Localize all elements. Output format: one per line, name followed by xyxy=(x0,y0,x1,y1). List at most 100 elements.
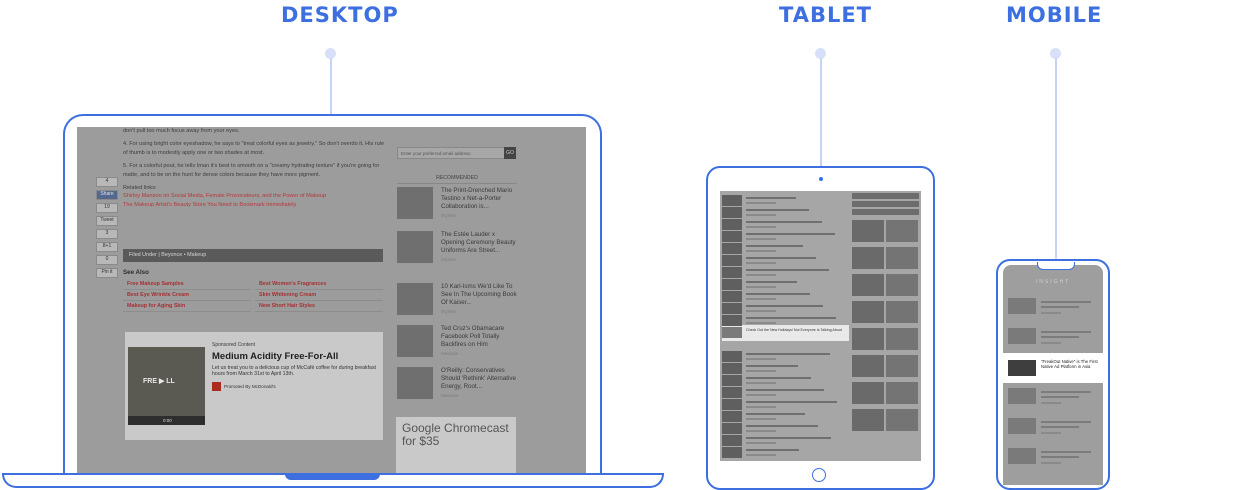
tablet-sidebar-thumb[interactable] xyxy=(852,409,884,431)
see-also-link[interactable]: Best Eye Wrinkle Cream xyxy=(123,290,251,301)
phone-highlighted-story[interactable]: "FreakOut Native" is The First Native Ad… xyxy=(1003,353,1103,383)
tablet-story-thumbnail[interactable] xyxy=(722,219,742,230)
recommended-title[interactable]: 10 Karl-Isms We'd Like To See In The Upc… xyxy=(441,283,517,306)
recommended-item[interactable]: 10 Karl-Isms We'd Like To See In The Upc… xyxy=(397,283,517,323)
phone-story-row[interactable] xyxy=(1008,325,1100,349)
tablet-sidebar-thumb[interactable] xyxy=(852,328,884,350)
tablet-sidebar-thumb[interactable] xyxy=(852,382,884,404)
tablet-story-thumbnail[interactable] xyxy=(722,387,742,398)
tablet-story-row[interactable] xyxy=(722,279,849,291)
related-link-1[interactable]: Shirley Manson on Social Media, Female P… xyxy=(123,192,385,200)
tablet-story-thumbnail[interactable] xyxy=(722,363,742,374)
phone-story-row[interactable] xyxy=(1008,445,1100,469)
tablet-story-thumbnail[interactable] xyxy=(722,447,742,458)
plus-one-button[interactable]: 8+1 xyxy=(96,242,118,252)
tablet-sidebar-thumb[interactable] xyxy=(852,220,884,242)
see-also-link[interactable]: Free Makeup Samples xyxy=(123,279,251,290)
tablet-story-row[interactable] xyxy=(722,411,849,423)
tablet-sidebar-card[interactable] xyxy=(852,247,919,269)
tablet-story-row[interactable] xyxy=(722,363,849,375)
tablet-highlight-text[interactable]: Check Out the New Holidays! Not Everyone… xyxy=(746,328,848,333)
recommended-item[interactable]: Ted Cruz's Obamacare Facebook Poll Total… xyxy=(397,325,517,365)
tablet-story-thumbnail[interactable] xyxy=(722,423,742,434)
tablet-sidebar-thumb[interactable] xyxy=(886,220,918,242)
tablet-story-row[interactable] xyxy=(722,243,849,255)
tablet-story-thumbnail[interactable] xyxy=(722,315,742,326)
phone-story-thumbnail[interactable] xyxy=(1008,418,1036,434)
tweet-button[interactable]: Tweet xyxy=(96,216,118,226)
tablet-story-thumbnail[interactable] xyxy=(722,411,742,422)
see-also-link[interactable]: Skin Whitening Cream xyxy=(255,290,383,301)
tablet-story-thumbnail[interactable] xyxy=(722,435,742,446)
phone-highlight-text[interactable]: "FreakOut Native" is The First Native Ad… xyxy=(1041,359,1099,370)
tablet-sidebar-card[interactable] xyxy=(852,355,919,377)
newsletter-email-input[interactable]: Enter your preferred email address xyxy=(397,147,505,159)
sponsored-content-card[interactable]: FRE ▶ LL 0:00 Sponsored Content Medium A… xyxy=(125,332,383,440)
tablet-story-row[interactable] xyxy=(722,291,849,303)
tablet-story-thumbnail[interactable] xyxy=(722,207,742,218)
phone-story-row[interactable] xyxy=(1008,385,1100,409)
tablet-story-row[interactable] xyxy=(722,387,849,399)
see-also-link[interactable]: Makeup for Aging Skin xyxy=(123,301,251,312)
sponsored-video[interactable]: FRE ▶ LL 0:00 xyxy=(128,347,205,425)
tablet-sidebar-card[interactable] xyxy=(852,220,919,242)
tablet-story-thumbnail[interactable] xyxy=(722,243,742,254)
tablet-sidebar-thumb[interactable] xyxy=(852,247,884,269)
tablet-story-thumbnail[interactable] xyxy=(722,231,742,242)
tablet-sidebar-thumb[interactable] xyxy=(886,274,918,296)
tablet-story-row[interactable] xyxy=(722,195,849,207)
tablet-story-row[interactable] xyxy=(722,219,849,231)
tablet-sidebar-thumb[interactable] xyxy=(852,355,884,377)
tablet-sidebar-thumb[interactable] xyxy=(886,355,918,377)
phone-story-thumbnail[interactable] xyxy=(1008,360,1036,376)
tablet-story-row[interactable] xyxy=(722,423,849,435)
tablet-story-row[interactable] xyxy=(722,315,849,327)
tablet-story-row[interactable] xyxy=(722,399,849,411)
tablet-story-thumbnail[interactable] xyxy=(722,279,742,290)
tablet-sidebar-tab[interactable] xyxy=(852,201,919,207)
tablet-sidebar-card[interactable] xyxy=(852,274,919,296)
tablet-story-row[interactable] xyxy=(722,231,849,243)
tablet-sidebar-card[interactable] xyxy=(852,409,919,431)
phone-story-thumbnail[interactable] xyxy=(1008,388,1036,404)
tablet-sidebar-thumb[interactable] xyxy=(886,301,918,323)
tablet-sidebar-thumb[interactable] xyxy=(886,382,918,404)
pin-button[interactable]: Pin it xyxy=(96,268,118,278)
phone-story-thumbnail[interactable] xyxy=(1008,328,1036,344)
tablet-sidebar-thumb[interactable] xyxy=(852,301,884,323)
recommended-thumbnail[interactable] xyxy=(397,283,433,315)
recommended-title[interactable]: Ted Cruz's Obamacare Facebook Poll Total… xyxy=(441,325,504,348)
tablet-story-row[interactable] xyxy=(722,267,849,279)
tablet-sidebar-tab[interactable] xyxy=(852,209,919,215)
recommended-item[interactable]: O'Reilly: Conservatives Should 'Rethink'… xyxy=(397,367,517,407)
see-also-link[interactable]: New Short Hair Styles xyxy=(255,301,383,312)
tablet-story-thumbnail[interactable] xyxy=(722,399,742,410)
recommended-title[interactable]: The Print-Drenched Mario Testino x Net-a… xyxy=(441,187,512,210)
recommended-title[interactable]: O'Reilly: Conservatives Should 'Rethink'… xyxy=(441,367,516,390)
tablet-story-thumbnail[interactable] xyxy=(722,375,742,386)
video-controls[interactable]: 0:00 xyxy=(128,416,205,425)
sponsored-title[interactable]: Medium Acidity Free-For-All xyxy=(212,351,380,362)
phone-story-thumbnail[interactable] xyxy=(1008,298,1036,314)
tablet-sidebar-card[interactable] xyxy=(852,328,919,350)
recommended-item[interactable]: The Estée Lauder x Opening Ceremony Beau… xyxy=(397,231,517,271)
tablet-sidebar-thumb[interactable] xyxy=(886,247,918,269)
tablet-story-thumbnail[interactable] xyxy=(722,255,742,266)
tablet-sidebar-card[interactable] xyxy=(852,382,919,404)
recommended-thumbnail[interactable] xyxy=(397,187,433,219)
tablet-sidebar-thumb[interactable] xyxy=(886,328,918,350)
recommended-thumbnail[interactable] xyxy=(397,231,433,263)
tablet-highlighted-story[interactable]: Check Out the New Holidays! Not Everyone… xyxy=(722,325,849,341)
phone-story-thumbnail[interactable] xyxy=(1008,448,1036,464)
tablet-story-thumbnail[interactable] xyxy=(722,351,742,362)
see-also-link[interactable]: Best Women's Fragrances xyxy=(255,279,383,290)
facebook-share-button[interactable]: Share xyxy=(96,190,118,200)
tablet-story-thumbnail[interactable] xyxy=(722,291,742,302)
tablet-story-row[interactable] xyxy=(722,351,849,363)
recommended-item[interactable]: The Print-Drenched Mario Testino x Net-a… xyxy=(397,187,517,227)
tablet-sidebar-card[interactable] xyxy=(852,301,919,323)
tablet-story-row[interactable] xyxy=(722,435,849,447)
recommended-thumbnail[interactable] xyxy=(397,325,433,357)
tablet-sidebar-thumb[interactable] xyxy=(852,274,884,296)
tablet-story-thumbnail[interactable] xyxy=(722,327,742,338)
